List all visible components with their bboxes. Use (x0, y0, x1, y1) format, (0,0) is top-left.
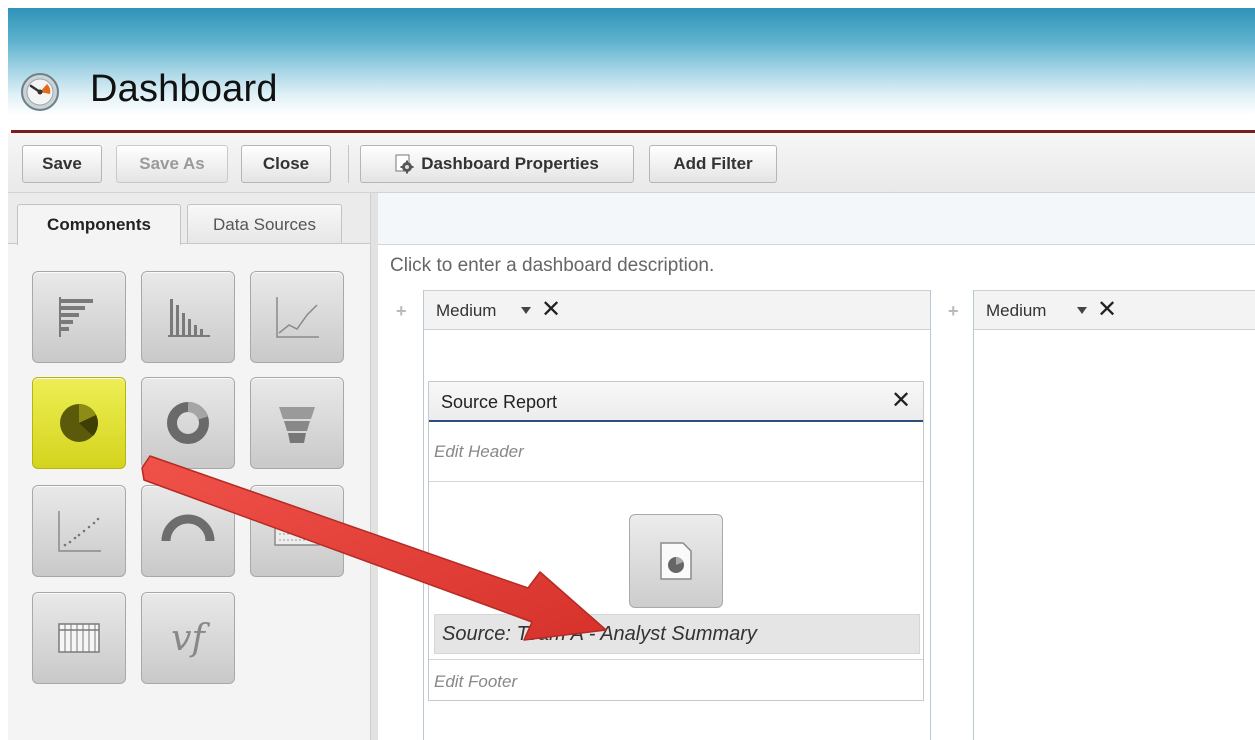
donut-chart-icon (167, 402, 209, 444)
gauge-icon (161, 514, 215, 542)
component-vertical-column-chart[interactable] (141, 271, 235, 363)
column-2-size-select[interactable]: Medium (986, 301, 1046, 321)
pie-chart-icon (60, 404, 98, 442)
report-chart-icon (660, 542, 692, 580)
properties-gear-icon (395, 154, 414, 174)
dashboard-properties-button[interactable]: Dashboard Properties (360, 145, 634, 183)
add-filter-button[interactable]: Add Filter (649, 145, 777, 183)
horizontal-bar-chart-icon (59, 297, 93, 337)
dashboard-description[interactable]: Click to enter a dashboard description. (390, 255, 714, 277)
component-line-chart[interactable] (250, 271, 344, 363)
card-title: Source Report (441, 392, 558, 412)
component-table[interactable] (32, 592, 126, 684)
chart-placeholder[interactable] (629, 514, 723, 608)
remove-column-1-icon[interactable]: ✕ (541, 298, 561, 322)
column-1-header: Medium ✕ (424, 290, 930, 330)
scatter-chart-icon (58, 511, 101, 552)
component-pie-chart[interactable] (32, 377, 126, 469)
visualforce-icon: vf (171, 617, 205, 659)
component-gauge[interactable] (141, 485, 235, 577)
remove-column-2-icon[interactable]: ✕ (1097, 298, 1117, 322)
edit-header-field[interactable]: Edit Header (429, 424, 923, 482)
component-funnel-chart[interactable] (250, 377, 344, 469)
component-horizontal-bar-chart[interactable] (32, 271, 126, 363)
component-metric[interactable] (250, 485, 344, 577)
edit-footer-field[interactable]: Edit Footer (429, 659, 923, 701)
line-chart-icon (276, 297, 319, 338)
vertical-column-chart-icon (168, 299, 210, 337)
close-button[interactable]: Close (241, 145, 331, 183)
page-header: Dashboard (8, 8, 1255, 130)
component-palette: vf (8, 243, 370, 740)
sidebar-splitter[interactable] (370, 193, 378, 740)
tab-components[interactable]: Components (17, 204, 181, 245)
dashboard-gauge-icon (21, 73, 59, 111)
toolbar: Save Save As Close Dashboard Properties … (8, 133, 1255, 193)
metric-icon (274, 514, 320, 546)
component-donut-chart[interactable] (141, 377, 235, 469)
dashboard-properties-label: Dashboard Properties (421, 154, 599, 173)
component-scatter-chart[interactable] (32, 485, 126, 577)
table-icon (58, 623, 100, 653)
remove-component-icon[interactable]: ✕ (891, 389, 911, 413)
dashboard-title-bar (378, 193, 1255, 245)
card-header: Source Report ✕ (429, 382, 923, 422)
source-report-label: Source: Team A - Analyst Summary (442, 623, 757, 645)
edit-footer-placeholder: Edit Footer (434, 672, 518, 691)
page-title: Dashboard (90, 68, 278, 110)
column-2-header: Medium ✕ (974, 290, 1255, 330)
dashboard-column-2: Medium ✕ (973, 290, 1255, 740)
column-1-size-select[interactable]: Medium (436, 301, 496, 321)
dashboard-component-card[interactable]: Source Report ✕ Edit Header Source: Team… (428, 381, 924, 701)
funnel-chart-icon (279, 407, 315, 443)
dashboard-canvas: Click to enter a dashboard description. … (378, 193, 1255, 740)
tab-data-sources[interactable]: Data Sources (187, 204, 342, 244)
chevron-down-icon[interactable] (521, 307, 531, 314)
chevron-down-icon[interactable] (1077, 307, 1087, 314)
toolbar-separator (348, 145, 349, 183)
add-column-middle-icon[interactable]: + (948, 301, 959, 322)
edit-header-placeholder: Edit Header (434, 442, 524, 461)
save-button[interactable]: Save (22, 145, 102, 183)
components-sidebar: Components Data Sources vf (8, 193, 378, 740)
source-report-bar[interactable]: Source: Team A - Analyst Summary (434, 614, 920, 654)
add-column-left-icon[interactable]: + (396, 301, 407, 322)
app-frame: Dashboard Save Save As Close Dashboard P… (8, 8, 1255, 740)
save-as-button[interactable]: Save As (116, 145, 228, 183)
component-visualforce-page[interactable]: vf (141, 592, 235, 684)
